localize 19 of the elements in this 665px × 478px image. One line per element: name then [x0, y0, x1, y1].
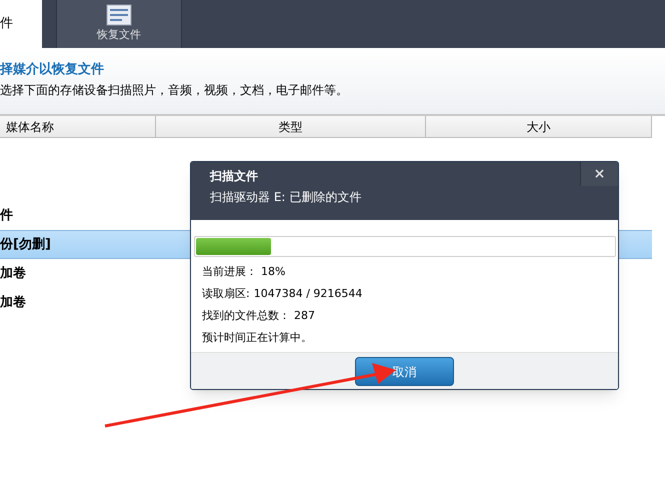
toolbar-button[interactable]: 恢复文件 [56, 0, 182, 48]
status-value: 1047384 / 9216544 [254, 286, 362, 302]
toolbar-label: 件 [0, 15, 13, 34]
close-button[interactable]: × [580, 162, 618, 186]
column-header[interactable]: 媒体名称 [0, 116, 155, 137]
column-header[interactable]: 大小 [425, 116, 651, 137]
status-value: 287 [294, 308, 315, 324]
status-value: 18% [261, 264, 286, 280]
document-icon [106, 4, 132, 26]
dialog-subtitle: 扫描驱动器 E: 已删除的文件 [210, 189, 362, 206]
status-label: 当前进展： [202, 264, 257, 280]
dialog-title: 扫描文件 [210, 168, 258, 185]
cancel-button[interactable]: 取消 [355, 357, 454, 386]
column-header[interactable]: 类型 [155, 116, 425, 137]
status-label: 读取扇区: [202, 286, 250, 302]
status-label: 找到的文件总数： [202, 308, 290, 324]
description-text: 选择下面的存储设备扫描照片，音频，视频，文档，电子邮件等。 [0, 82, 349, 99]
status-label: 预计时间正在计算中。 [202, 330, 312, 346]
section-heading: 择媒介以恢复文件 [0, 61, 105, 79]
